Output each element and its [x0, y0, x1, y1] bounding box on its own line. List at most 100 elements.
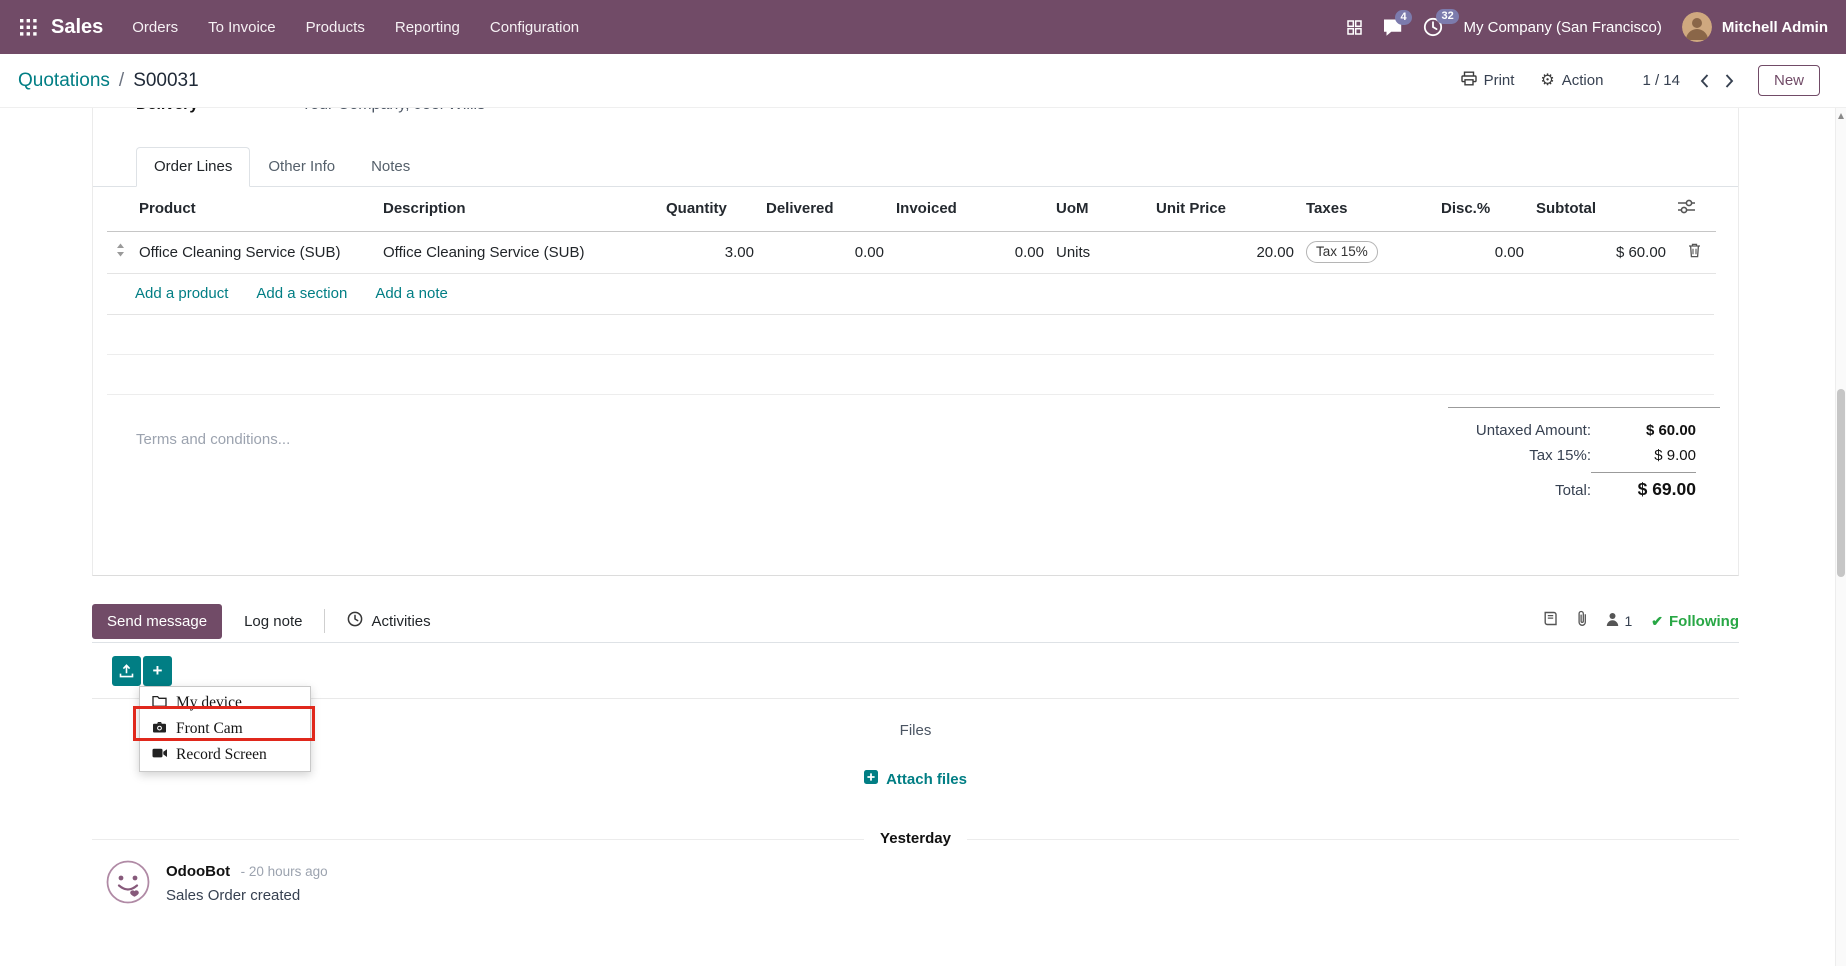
user-menu[interactable]: Mitchell Admin	[1722, 19, 1828, 36]
scroll-up-arrow[interactable]	[1838, 113, 1844, 119]
messages-icon[interactable]: 4	[1382, 9, 1412, 37]
cell-delivered[interactable]: 0.00	[760, 231, 890, 274]
message-timestamp: - 20 hours ago	[240, 864, 328, 879]
cell-product[interactable]: Office Cleaning Service (SUB)	[133, 231, 377, 274]
untaxed-amount-row: Untaxed Amount: $ 60.00	[1448, 418, 1696, 443]
pager-next-button[interactable]	[1717, 70, 1742, 92]
untaxed-amount-label: Untaxed Amount:	[1475, 421, 1591, 439]
add-a-note-link[interactable]: Add a note	[375, 285, 448, 302]
menu-to-invoice[interactable]: To Invoice	[193, 10, 291, 45]
navbar-left: Sales Orders To Invoice Products Reporti…	[12, 10, 594, 45]
my-device-label: My device	[176, 694, 242, 711]
header-handle	[107, 187, 133, 232]
pager-previous-button[interactable]	[1692, 70, 1717, 92]
clock-icon	[347, 611, 363, 631]
following-button[interactable]: ✔ Following	[1651, 613, 1739, 630]
person-icon	[1606, 612, 1619, 631]
header-uom: UoM	[1050, 187, 1150, 232]
vertical-scrollbar[interactable]	[1835, 108, 1846, 966]
tab-notes[interactable]: Notes	[353, 147, 428, 187]
add-attachment-button[interactable]: +	[143, 656, 172, 686]
menu-configuration[interactable]: Configuration	[475, 10, 594, 45]
activities-badge: 32	[1436, 9, 1459, 24]
cell-invoiced[interactable]: 0.00	[890, 231, 1050, 274]
cell-disc[interactable]: 0.00	[1435, 231, 1530, 274]
row-drag-handle-icon[interactable]	[107, 231, 133, 274]
message-content: OdooBot - 20 hours ago Sales Order creat…	[166, 860, 328, 909]
breadcrumb: Quotations / S00031	[18, 70, 199, 92]
grid-icon[interactable]	[1347, 19, 1363, 35]
record-screen-label: Record Screen	[176, 746, 267, 763]
message-body: Sales Order created	[166, 887, 301, 904]
add-a-section-link[interactable]: Add a section	[256, 285, 347, 302]
odoobot-avatar	[106, 860, 150, 909]
column-settings-icon[interactable]	[1672, 187, 1716, 232]
pager-counter: 1 / 14	[1642, 72, 1680, 89]
company-switcher[interactable]: My Company (San Francisco)	[1463, 19, 1661, 36]
cell-uom[interactable]: Units	[1050, 231, 1150, 274]
order-line-row: Office Cleaning Service (SUB) Office Cle…	[107, 231, 1716, 274]
attach-files-link[interactable]: Attach files	[92, 770, 1739, 788]
chatter-buttons: Send message Log note Activities	[92, 600, 439, 642]
scrollbar-thumb[interactable]	[1837, 389, 1845, 577]
menu-item-record-screen[interactable]: Record Screen	[140, 742, 310, 768]
new-button[interactable]: New	[1757, 65, 1820, 96]
control-panel: Quotations / S00031 Print ⚙ Action 1 / 1…	[0, 54, 1846, 108]
gear-icon: ⚙	[1540, 71, 1555, 89]
date-divider-label: Yesterday	[864, 830, 967, 847]
header-quantity: Quantity	[660, 187, 760, 232]
top-navbar: Sales Orders To Invoice Products Reporti…	[0, 0, 1846, 54]
add-a-product-link[interactable]: Add a product	[135, 285, 228, 302]
empty-list-row	[107, 315, 1714, 355]
content-area: Delivery Your Company, Joel Willis Order…	[0, 108, 1846, 966]
delete-line-icon[interactable]	[1672, 231, 1716, 274]
paperclip-icon[interactable]	[1577, 610, 1587, 632]
terms-placeholder[interactable]: Terms and conditions...	[136, 407, 290, 504]
followers-count: 1	[1624, 613, 1633, 629]
breadcrumb-separator: /	[118, 69, 125, 91]
book-icon[interactable]	[1543, 611, 1558, 631]
activities-button[interactable]: Activities	[339, 602, 438, 640]
following-label: Following	[1669, 612, 1739, 630]
breadcrumb-quotations[interactable]: Quotations	[18, 70, 110, 92]
activities-label: Activities	[371, 612, 431, 630]
user-avatar[interactable]	[1681, 12, 1712, 42]
chatter-systray: 1 ✔ Following	[1543, 610, 1739, 632]
menu-reporting[interactable]: Reporting	[380, 10, 475, 45]
tax-tag[interactable]: Tax 15%	[1306, 240, 1378, 264]
followers-button[interactable]: 1	[1606, 612, 1632, 631]
header-unit-price: Unit Price	[1150, 187, 1300, 232]
breadcrumb-current-record: S00031	[133, 69, 199, 91]
clipped-field-value: Your Company, Joel Willis	[301, 108, 485, 114]
clipped-field-row: Delivery Your Company, Joel Willis	[93, 108, 1738, 118]
menu-item-my-device[interactable]: My device	[140, 690, 310, 716]
total-value: $ 69.00	[1591, 471, 1696, 500]
messages-badge: 4	[1395, 9, 1412, 25]
header-delivered: Delivered	[760, 187, 890, 232]
action-label: Action	[1561, 72, 1604, 89]
menu-products[interactable]: Products	[291, 10, 380, 45]
navbar-systray: 4 32 My Company (San Francisco) Mitchell…	[1347, 9, 1828, 42]
tab-other-info[interactable]: Other Info	[250, 147, 353, 187]
log-note-button[interactable]: Log note	[236, 604, 310, 639]
cell-unit-price[interactable]: 20.00	[1150, 231, 1300, 274]
printer-icon	[1460, 71, 1477, 90]
form-sheet: Delivery Your Company, Joel Willis Order…	[92, 108, 1739, 576]
app-name[interactable]: Sales	[51, 16, 103, 39]
cell-quantity[interactable]: 3.00	[660, 231, 760, 274]
apps-grid-icon[interactable]	[12, 13, 45, 42]
total-label: Total:	[1555, 481, 1591, 499]
action-button[interactable]: ⚙ Action	[1531, 66, 1612, 95]
upload-button[interactable]	[112, 656, 141, 686]
activity-clock-icon[interactable]: 32	[1423, 9, 1459, 37]
print-button[interactable]: Print	[1452, 65, 1524, 96]
menu-orders[interactable]: Orders	[117, 10, 193, 45]
cell-description[interactable]: Office Cleaning Service (SUB)	[377, 231, 660, 274]
send-message-button[interactable]: Send message	[92, 603, 223, 639]
menu-item-front-cam[interactable]: Front Cam	[140, 716, 310, 742]
camera-icon	[152, 720, 167, 738]
folder-icon	[152, 694, 167, 712]
chatter-toolbar: Send message Log note Activities 1 ✔ Fol…	[92, 600, 1739, 643]
clipped-field-label: Delivery	[136, 108, 198, 114]
tab-order-lines[interactable]: Order Lines	[136, 147, 251, 187]
